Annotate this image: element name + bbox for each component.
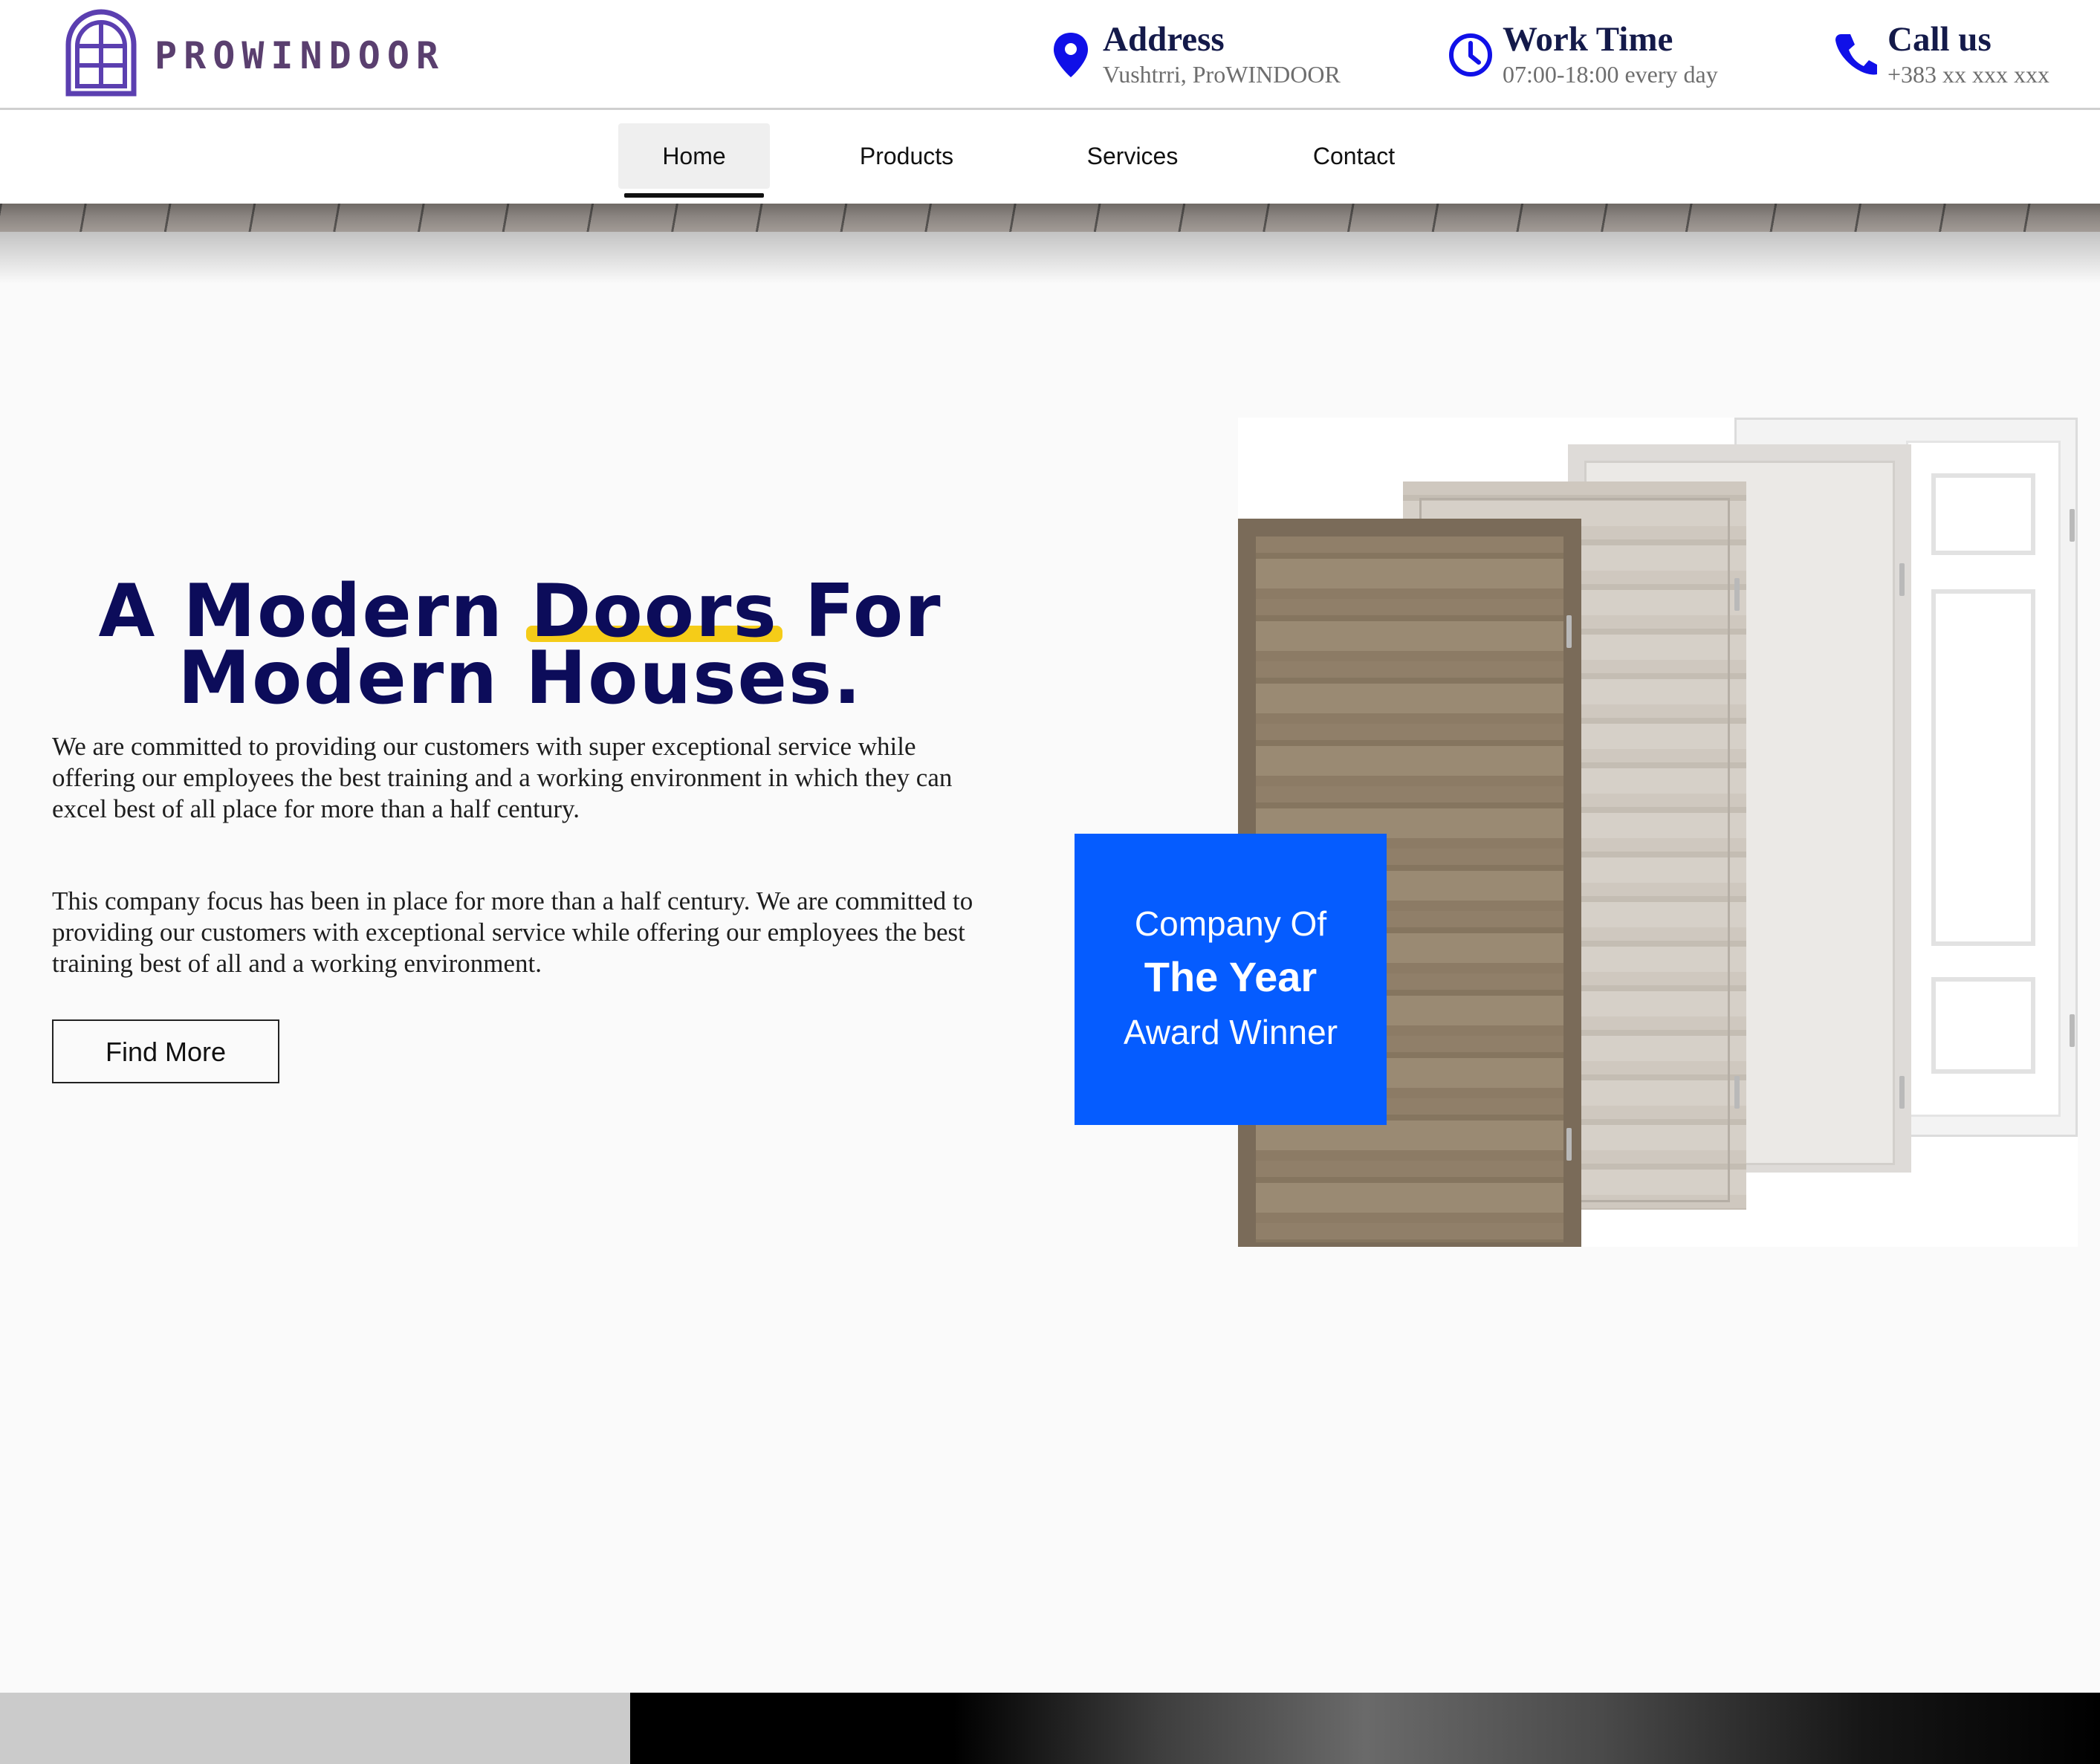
- phone-icon: [1835, 34, 1877, 75]
- award-line-2: The Year: [1144, 953, 1318, 1000]
- award-badge: Company Of The Year Award Winner: [1075, 834, 1387, 1125]
- award-line-1: Company Of: [1134, 904, 1327, 943]
- nav-item-contact[interactable]: Contact: [1286, 123, 1422, 189]
- call-title: Call us: [1887, 20, 1992, 59]
- nav-item-services[interactable]: Services: [1064, 123, 1201, 189]
- arched-window-icon: [65, 9, 137, 97]
- brand-logo[interactable]: PROWINDOOR: [64, 9, 438, 98]
- clock-icon: [1449, 33, 1492, 77]
- main-nav: Home Products Services Contact: [0, 110, 2100, 204]
- find-more-button[interactable]: Find More: [52, 1019, 279, 1083]
- hero-paragraph-2: This company focus has been in place for…: [52, 886, 973, 978]
- headline-highlight: Doors: [526, 569, 782, 654]
- brand-name: PROWINDOOR: [155, 34, 446, 77]
- floor-shadow: [0, 232, 2100, 284]
- top-header: PROWINDOOR Address Vushtrri, ProWINDOOR …: [0, 0, 2100, 110]
- nav-item-home[interactable]: Home: [618, 123, 770, 198]
- address-title: Address: [1103, 20, 1225, 59]
- next-section-left-panel: [0, 1693, 630, 1764]
- work-time-value: 07:00-18:00 every day: [1503, 61, 1718, 88]
- floor-banner-strip: [0, 204, 2100, 232]
- hero-paragraph-1: We are committed to providing our custom…: [52, 732, 953, 823]
- award-line-3: Award Winner: [1123, 1013, 1338, 1051]
- hero-headline: A Modern Doors For Modern Houses.: [45, 569, 996, 715]
- work-time-title: Work Time: [1503, 20, 1673, 59]
- location-pin-icon: [1054, 33, 1088, 77]
- next-section-dark-panel: [630, 1693, 2100, 1764]
- nav-item-products[interactable]: Products: [838, 123, 975, 189]
- address-value: Vushtrri, ProWINDOOR: [1103, 61, 1341, 88]
- call-value[interactable]: +383 xx xxx xxx: [1887, 61, 2049, 88]
